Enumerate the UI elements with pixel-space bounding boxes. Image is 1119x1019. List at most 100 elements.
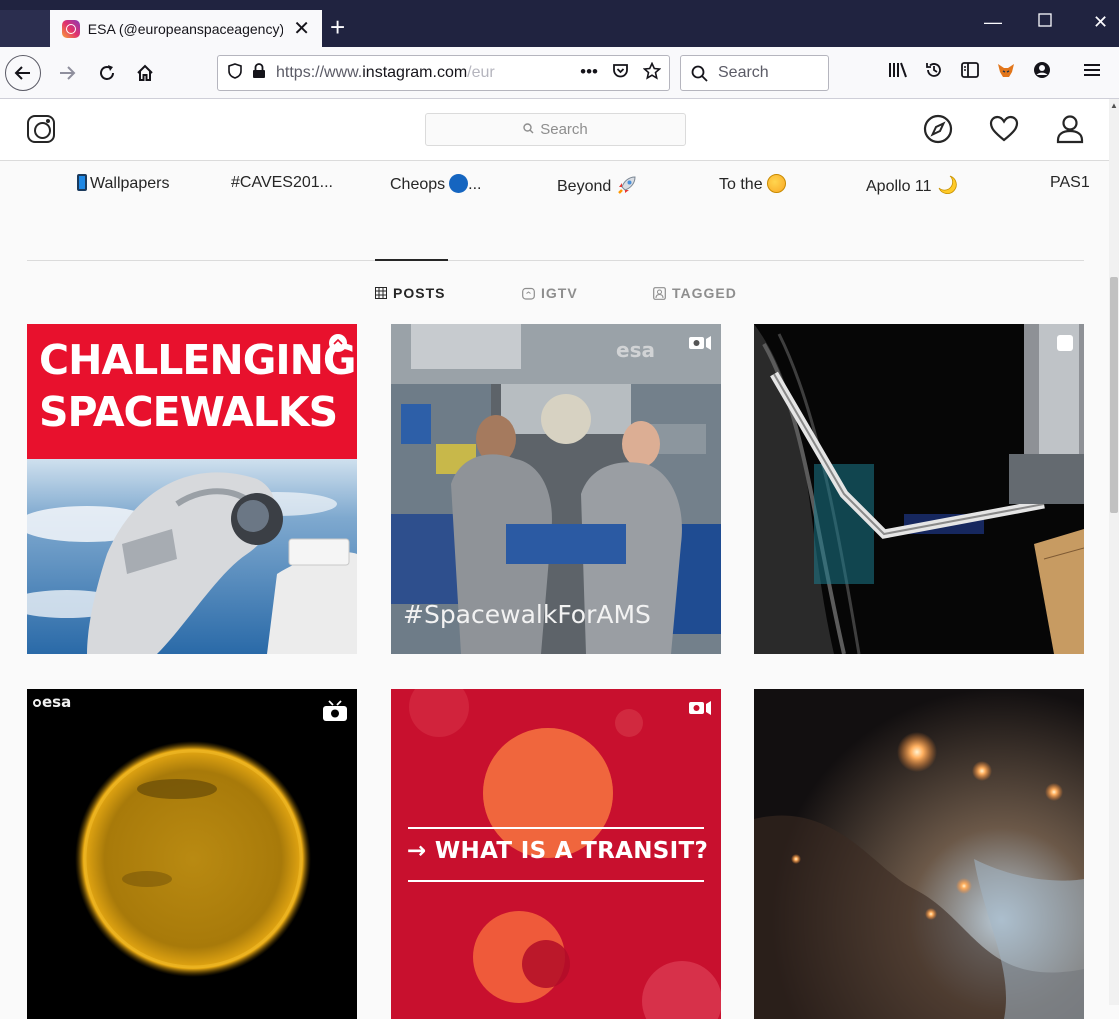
back-arrow-icon [14, 66, 30, 80]
grid-icon [375, 287, 387, 299]
esa-watermark: esa [616, 338, 655, 362]
tabs-divider [27, 260, 1084, 261]
post-nebula[interactable] [754, 689, 1084, 1019]
scroll-up-arrow-icon[interactable]: ▲ [1110, 101, 1118, 110]
instagram-logo-icon[interactable] [27, 115, 55, 143]
browser-tab-active[interactable]: ESA (@europeanspaceagency) ✕ [50, 10, 322, 47]
pocket-icon[interactable] [612, 62, 629, 85]
tab-title: ESA (@europeanspaceagency) [87, 20, 284, 37]
post-image [754, 324, 1084, 654]
blue-circle-icon [449, 174, 469, 193]
active-tab-indicator [375, 259, 448, 261]
instagram-search-input[interactable]: Search [425, 113, 686, 146]
post-image [27, 689, 357, 1019]
page-scrollbar[interactable]: ▲ [1109, 99, 1119, 1005]
tab-tagged[interactable]: TAGGED [653, 285, 737, 301]
highlight-label: To the [719, 176, 763, 193]
forward-arrow-icon [60, 66, 76, 80]
highlight-label: Wallpapers [90, 175, 170, 192]
reload-icon [100, 65, 114, 80]
home-icon [137, 64, 153, 81]
highlight-label: Cheops [390, 176, 446, 193]
url-text: https://www.instagram.com/eur [276, 64, 495, 81]
rocket-icon [617, 176, 636, 194]
instagram-search-placeholder: Search [540, 121, 588, 138]
igtv-icon [522, 287, 535, 300]
highlight-label: PAS1 [1050, 174, 1090, 191]
explore-compass-icon[interactable] [922, 113, 954, 145]
tab-posts[interactable]: POSTS [375, 285, 445, 301]
instagram-header: Search [0, 99, 1109, 161]
tab-posts-label: POSTS [393, 285, 446, 301]
highlight-cheops[interactable]: Cheops... [390, 174, 482, 194]
back-button[interactable] [5, 55, 41, 91]
highlight-to-the-sun[interactable]: To the [719, 174, 786, 194]
highlight-label: #CAVES201... [231, 174, 333, 191]
carousel-badge-icon [1056, 334, 1074, 357]
close-tab-icon[interactable]: ✕ [293, 19, 310, 39]
tab-tagged-label: TAGGED [672, 285, 737, 301]
page-actions-menu-icon[interactable]: ••• [580, 62, 598, 85]
instagram-favicon-icon [62, 19, 80, 38]
headline-line-1: CHALLENGING [39, 336, 357, 384]
tab-igtv-label: IGTV [541, 285, 578, 301]
tab-igtv[interactable]: IGTV [522, 285, 578, 301]
post-headline: CHALLENGING SPACEWALKS [39, 334, 357, 438]
sun-icon [766, 174, 786, 193]
video-badge-icon [689, 699, 711, 722]
forward-button[interactable] [53, 59, 81, 87]
headline-line-2: SPACEWALKS [39, 388, 338, 436]
minimize-window-button[interactable]: — [984, 12, 1002, 33]
account-icon[interactable] [1032, 61, 1052, 84]
tagged-person-icon [653, 286, 666, 300]
highlight-label: Beyond [557, 178, 612, 195]
new-tab-button[interactable]: + [330, 14, 345, 40]
profile-person-icon[interactable] [1054, 113, 1086, 145]
close-window-button[interactable]: ✕ [1093, 12, 1108, 33]
post-spacewalk-for-ams[interactable]: #SpacewalkForAMS esa [391, 324, 721, 654]
maximize-window-button[interactable] [1038, 11, 1052, 32]
crescent-moon-icon [938, 175, 957, 194]
browser-search-placeholder: Search [718, 64, 769, 81]
post-challenging-spacewalks[interactable]: CHALLENGING SPACEWALKS [27, 324, 357, 654]
home-button[interactable] [131, 59, 159, 87]
search-icon [691, 65, 708, 82]
navigation-toolbar: https://www.instagram.com/eur ••• Search [0, 47, 1119, 99]
carousel-badge-icon [328, 333, 348, 358]
post-iss-robotic-arm[interactable] [754, 324, 1084, 654]
bookmark-star-icon[interactable] [642, 61, 662, 85]
browser-search-box[interactable]: Search [680, 55, 829, 91]
highlight-apollo-11[interactable]: Apollo 11 [866, 174, 958, 196]
igtv-badge-icon [323, 699, 347, 726]
tab-strip-spacer [0, 10, 50, 47]
activity-heart-icon[interactable] [988, 113, 1020, 145]
browser-title-bar: ESA (@europeanspaceagency) ✕ + — ✕ [0, 0, 1119, 47]
highlight-wallpapers[interactable]: Wallpapers [77, 174, 169, 193]
search-icon [523, 122, 534, 137]
post-caption: #SpacewalkForAMS [403, 600, 651, 629]
maximize-icon [1038, 13, 1052, 27]
reload-button[interactable] [93, 59, 121, 87]
address-bar[interactable]: https://www.instagram.com/eur ••• [217, 55, 670, 91]
padlock-icon[interactable] [252, 63, 266, 83]
library-icon[interactable] [888, 61, 908, 84]
post-what-is-a-transit[interactable]: → WHAT IS A TRANSIT? [391, 689, 721, 1019]
post-sun-solar-orbiter[interactable]: esa [27, 689, 357, 1019]
history-icon[interactable] [924, 61, 944, 84]
post-headline: → WHAT IS A TRANSIT? [407, 838, 709, 864]
metamask-extension-icon[interactable] [996, 61, 1016, 84]
sidebar-icon[interactable] [960, 61, 980, 84]
highlight-caves[interactable]: #CAVES201... [231, 174, 333, 192]
mobile-phone-icon [77, 174, 87, 191]
video-badge-icon [689, 334, 711, 357]
highlight-ellipsis: ... [468, 176, 482, 193]
post-image [754, 689, 1084, 1019]
scrollbar-thumb[interactable] [1110, 277, 1118, 513]
esa-logo-icon [33, 699, 41, 707]
esa-watermark: esa [33, 693, 71, 711]
highlight-pas[interactable]: PAS1 [1050, 174, 1090, 192]
tracking-protection-shield-icon[interactable] [228, 63, 242, 83]
highlight-label: Apollo 11 [866, 178, 932, 195]
hamburger-menu-icon[interactable] [1082, 61, 1102, 84]
highlight-beyond[interactable]: Beyond [557, 174, 638, 196]
